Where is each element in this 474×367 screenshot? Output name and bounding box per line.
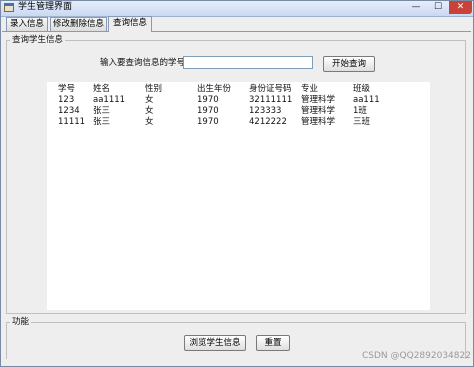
table-cell: 32111111 <box>249 95 293 105</box>
column-header: 专业 <box>301 84 319 94</box>
reset-button[interactable]: 重置 <box>256 335 290 351</box>
window-title: 学生管理界面 <box>18 2 73 12</box>
student-id-input[interactable] <box>183 56 313 69</box>
table-cell: 女 <box>145 95 154 105</box>
tab-strip-border <box>2 31 471 32</box>
table-cell: 4212222 <box>249 117 287 127</box>
table-cell: 123 <box>58 95 75 105</box>
table-cell: 1班 <box>353 106 367 116</box>
results-table-edge <box>430 82 432 310</box>
table-cell: 女 <box>145 117 154 127</box>
table-cell: 1970 <box>197 117 219 127</box>
tab-query-info[interactable]: 查询信息 <box>108 16 152 32</box>
table-cell: 1970 <box>197 95 219 105</box>
table-cell: 女 <box>145 106 154 116</box>
student-id-label: 输入要查询信息的学号 <box>100 58 186 68</box>
browse-students-button[interactable]: 浏览学生信息 <box>184 335 246 351</box>
table-cell: 张三 <box>93 106 111 116</box>
table-cell: 管理科学 <box>301 95 336 105</box>
table-cell: aa1111 <box>93 95 126 105</box>
column-header: 学号 <box>58 84 76 94</box>
java-app-icon <box>4 3 14 12</box>
csdn-watermark: CSDN @QQ2892034822 <box>362 351 471 361</box>
query-group-title: 查询学生信息 <box>10 35 66 45</box>
column-header: 姓名 <box>93 84 111 94</box>
tab-enter-info[interactable]: 录入信息 <box>6 17 48 31</box>
column-header: 性别 <box>145 84 163 94</box>
table-cell: 三班 <box>353 117 371 127</box>
function-group-title: 功能 <box>10 317 32 327</box>
table-cell: 1234 <box>58 106 80 116</box>
table-cell: 123333 <box>249 106 282 116</box>
tab-edit-delete-info[interactable]: 修改删除信息 <box>50 17 107 31</box>
column-header: 出生年份 <box>197 84 232 94</box>
table-cell: 管理科学 <box>301 106 336 116</box>
minimize-icon[interactable]: — <box>405 1 427 14</box>
column-header: 班级 <box>353 84 371 94</box>
start-query-button[interactable]: 开始查询 <box>323 56 375 72</box>
table-cell: 1970 <box>197 106 219 116</box>
close-icon[interactable]: ✕ <box>449 1 472 14</box>
table-cell: 11111 <box>58 117 86 127</box>
table-cell: 管理科学 <box>301 117 336 127</box>
column-header: 身份证号码 <box>249 84 292 94</box>
table-cell: aa111 <box>353 95 380 105</box>
table-cell: 张三 <box>93 117 111 127</box>
maximize-icon[interactable]: ☐ <box>427 1 449 14</box>
